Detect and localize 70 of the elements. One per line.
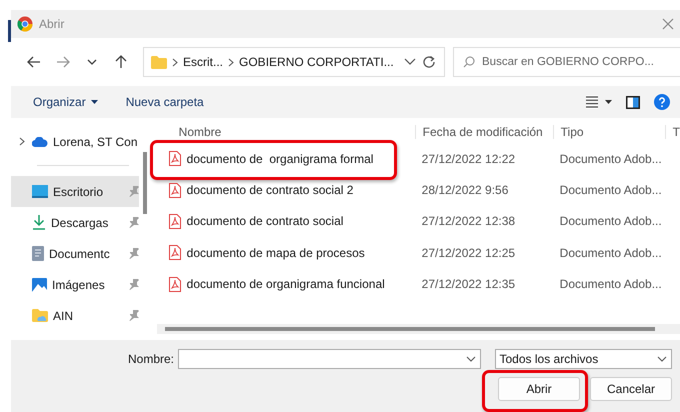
- table-cell-text: Documento Adob...: [558, 214, 663, 228]
- close-icon[interactable]: [662, 18, 674, 30]
- breadcrumb-item[interactable]: GOBIERNO CORPORTATI...: [239, 55, 394, 69]
- filename-field[interactable]: [178, 349, 480, 369]
- pdf-file-icon: [168, 245, 181, 260]
- sidebar-item[interactable]: Imágenes: [11, 269, 139, 300]
- table-cell-text: Documento Adob...: [558, 183, 663, 198]
- column-header[interactable]: Nombre: [156, 125, 415, 139]
- desktop-icon: [32, 185, 48, 198]
- dialog-button[interactable]: Abrir: [498, 377, 580, 401]
- preview-pane-icon[interactable]: [626, 96, 640, 108]
- document-icon: [32, 246, 44, 261]
- column-header[interactable]: Tipo: [552, 125, 665, 139]
- download-icon: [32, 215, 46, 230]
- table-cell-text: 27/12/2022 12:22: [420, 152, 516, 166]
- window-edge: [8, 20, 11, 42]
- file-name[interactable]: documento de mapa de procesos: [186, 246, 365, 260]
- new-folder-button[interactable]: Nueva carpeta: [126, 95, 204, 109]
- sidebar-item[interactable]: Lorena, ST Con: [11, 126, 139, 157]
- folder-icon: [151, 56, 167, 68]
- sidebar-item[interactable]: Descargas: [11, 207, 139, 238]
- sidebar-item[interactable]: Escritorio: [11, 176, 139, 207]
- table-cell-text: 27/12/2022 12:35: [420, 277, 516, 292]
- filename-label: Nombre:: [128, 352, 174, 366]
- refresh-icon[interactable]: [421, 54, 437, 70]
- file-name[interactable]: documento de contrato social 2: [186, 183, 354, 198]
- browser-logo-icon: [17, 16, 33, 32]
- file-name[interactable]: documento de contrato social: [186, 214, 344, 228]
- forward-arrow-icon[interactable]: [55, 54, 71, 70]
- chevron-right-icon: [172, 58, 178, 66]
- image-icon: [32, 278, 47, 292]
- file-name[interactable]: documento de organigrama funcional: [186, 277, 385, 292]
- organize-label: Organizar: [33, 95, 86, 109]
- caret-icon: [90, 100, 98, 104]
- view-list-icon[interactable]: [586, 96, 612, 108]
- pdf-file-icon: [168, 276, 181, 292]
- chevron-down-icon[interactable]: [466, 356, 476, 362]
- chevron-down-icon: [657, 356, 667, 362]
- up-arrow-icon[interactable]: [113, 54, 129, 70]
- table-cell-text: Documento Adob...: [558, 277, 663, 292]
- chevron-right-icon: [228, 58, 234, 66]
- cloud-icon: [32, 136, 48, 146]
- table-cell-text: 28/12/2022 9:56: [420, 183, 510, 198]
- breadcrumb-item[interactable]: Escrit...: [183, 55, 224, 69]
- pdf-file-icon: [168, 182, 181, 198]
- folder-icon: [32, 309, 48, 322]
- column-header[interactable]: Fecha de modificación: [414, 125, 553, 139]
- back-arrow-icon[interactable]: [26, 54, 42, 70]
- table-cell-text: 27/12/2022 12:25: [420, 246, 516, 260]
- column-header[interactable]: T: [664, 125, 680, 139]
- chevron-right-icon[interactable]: [19, 137, 25, 146]
- search-icon: [463, 56, 475, 68]
- file-name[interactable]: documento de organigrama formal: [186, 152, 374, 166]
- pdf-file-icon: [168, 151, 181, 166]
- organize-menu[interactable]: Organizar: [33, 95, 98, 109]
- sidebar-item[interactable]: Documentc: [11, 238, 139, 269]
- help-icon[interactable]: [654, 94, 670, 110]
- sidebar-item[interactable]: AIN: [11, 300, 139, 331]
- search-field[interactable]: Buscar en GOBIERNO CORPO...: [453, 47, 680, 77]
- table-cell-text: Documento Adob...: [558, 152, 663, 166]
- scrollbar-thumb[interactable]: [164, 327, 655, 331]
- dialog-button[interactable]: Cancelar: [590, 377, 672, 401]
- chevron-down-icon[interactable]: [404, 58, 416, 66]
- pdf-file-icon: [168, 214, 181, 229]
- file-type-dropdown[interactable]: Todos los archivos: [494, 349, 672, 369]
- address-bar[interactable]: Escrit... GOBIERNO CORPORTATI...: [143, 47, 445, 77]
- table-cell-text: Documento Adob...: [558, 246, 663, 260]
- scrollbar-thumb[interactable]: [142, 152, 147, 214]
- window-title: Abrir: [39, 17, 66, 31]
- table-cell-text: 27/12/2022 12:38: [420, 214, 516, 228]
